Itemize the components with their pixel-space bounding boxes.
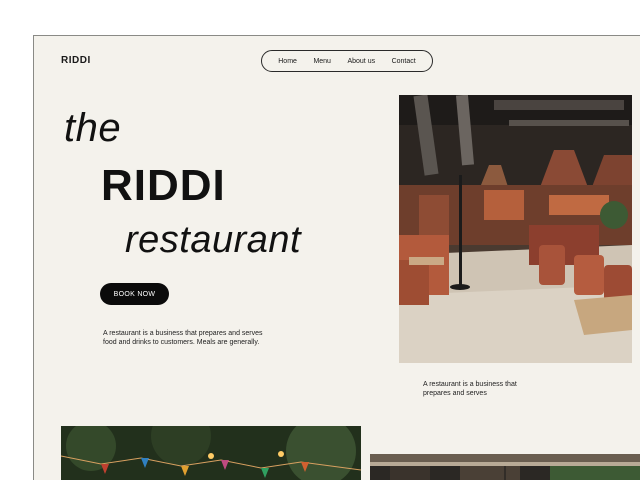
hero-title-restaurant: restaurant (125, 219, 302, 261)
hero-description: A restaurant is a business that prepares… (103, 330, 263, 346)
landing-page: RIDDI Home Menu About us Contact the RID… (33, 35, 640, 480)
restaurant-interior-photo (399, 95, 632, 363)
nav-home-link[interactable]: Home (278, 58, 297, 65)
photo-caption: A restaurant is a business that prepares… (423, 381, 517, 397)
hero-title-the: the (64, 106, 122, 150)
nav-about-link[interactable]: About us (347, 58, 375, 65)
main-nav: Home Menu About us Contact (261, 50, 433, 72)
nav-menu-link[interactable]: Menu (313, 58, 331, 65)
book-now-button[interactable]: BOOK NOW (100, 283, 169, 305)
hero-title-riddi: RIDDI (101, 161, 226, 210)
brand-logo[interactable]: RIDDI (61, 55, 91, 66)
dining-room-photo (370, 454, 640, 480)
outdoor-dining-photo (61, 426, 361, 480)
nav-contact-link[interactable]: Contact (392, 58, 416, 65)
